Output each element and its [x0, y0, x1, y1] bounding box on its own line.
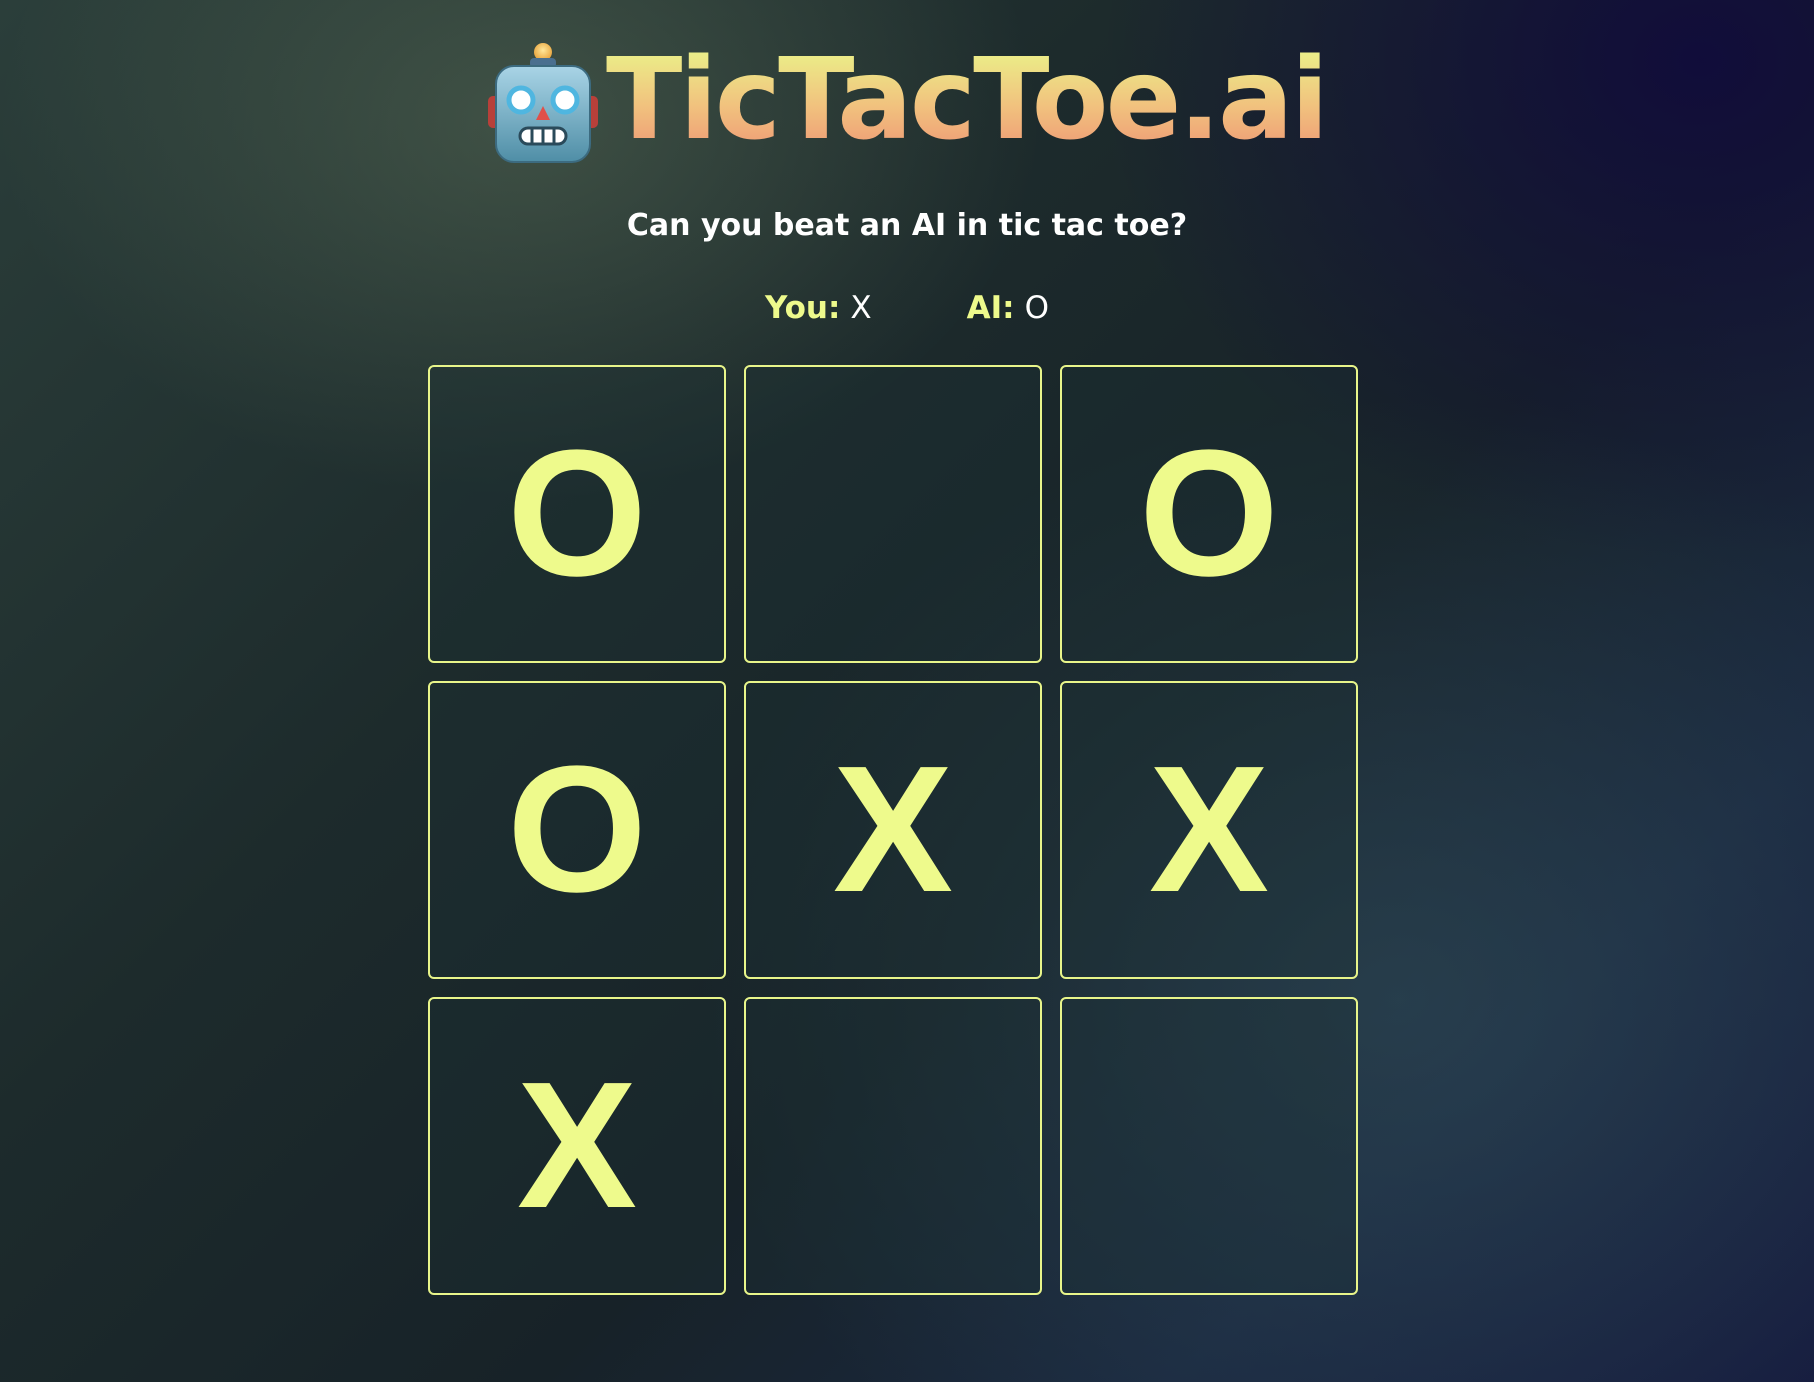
- cell-mark: O: [1138, 413, 1279, 614]
- player-you: You: X: [765, 290, 872, 326]
- board-cell-9[interactable]: [1060, 997, 1358, 1295]
- board-cell-7[interactable]: X: [428, 997, 726, 1295]
- board-cell-6[interactable]: X: [1060, 681, 1358, 979]
- board-cell-5[interactable]: X: [744, 681, 1042, 979]
- player-ai-mark: O: [1024, 290, 1049, 326]
- subtitle: Can you beat an AI in tic tac toe?: [626, 208, 1188, 243]
- cell-mark: X: [516, 1045, 638, 1246]
- cell-mark: X: [832, 729, 954, 930]
- board-cell-3[interactable]: O: [1060, 365, 1358, 663]
- board-cell-8[interactable]: [744, 997, 1042, 1295]
- player-ai: AI: O: [967, 290, 1049, 326]
- board-cell-1[interactable]: O: [428, 365, 726, 663]
- cell-mark: X: [1148, 729, 1270, 930]
- board-cell-4[interactable]: O: [428, 681, 726, 979]
- board-cell-2[interactable]: [744, 365, 1042, 663]
- game-board: O O O X X X: [428, 365, 1358, 1295]
- player-you-mark: X: [850, 290, 872, 326]
- player-ai-label: AI:: [966, 290, 1015, 326]
- page-title: TicTacToe.ai: [605, 35, 1329, 165]
- robot-icon: [487, 43, 598, 163]
- player-legend: You: X AI: O: [0, 290, 1814, 326]
- cell-mark: O: [506, 729, 647, 930]
- player-you-label: You:: [765, 290, 841, 326]
- cell-mark: O: [506, 413, 647, 614]
- header: TicTacToe.ai: [0, 30, 1814, 170]
